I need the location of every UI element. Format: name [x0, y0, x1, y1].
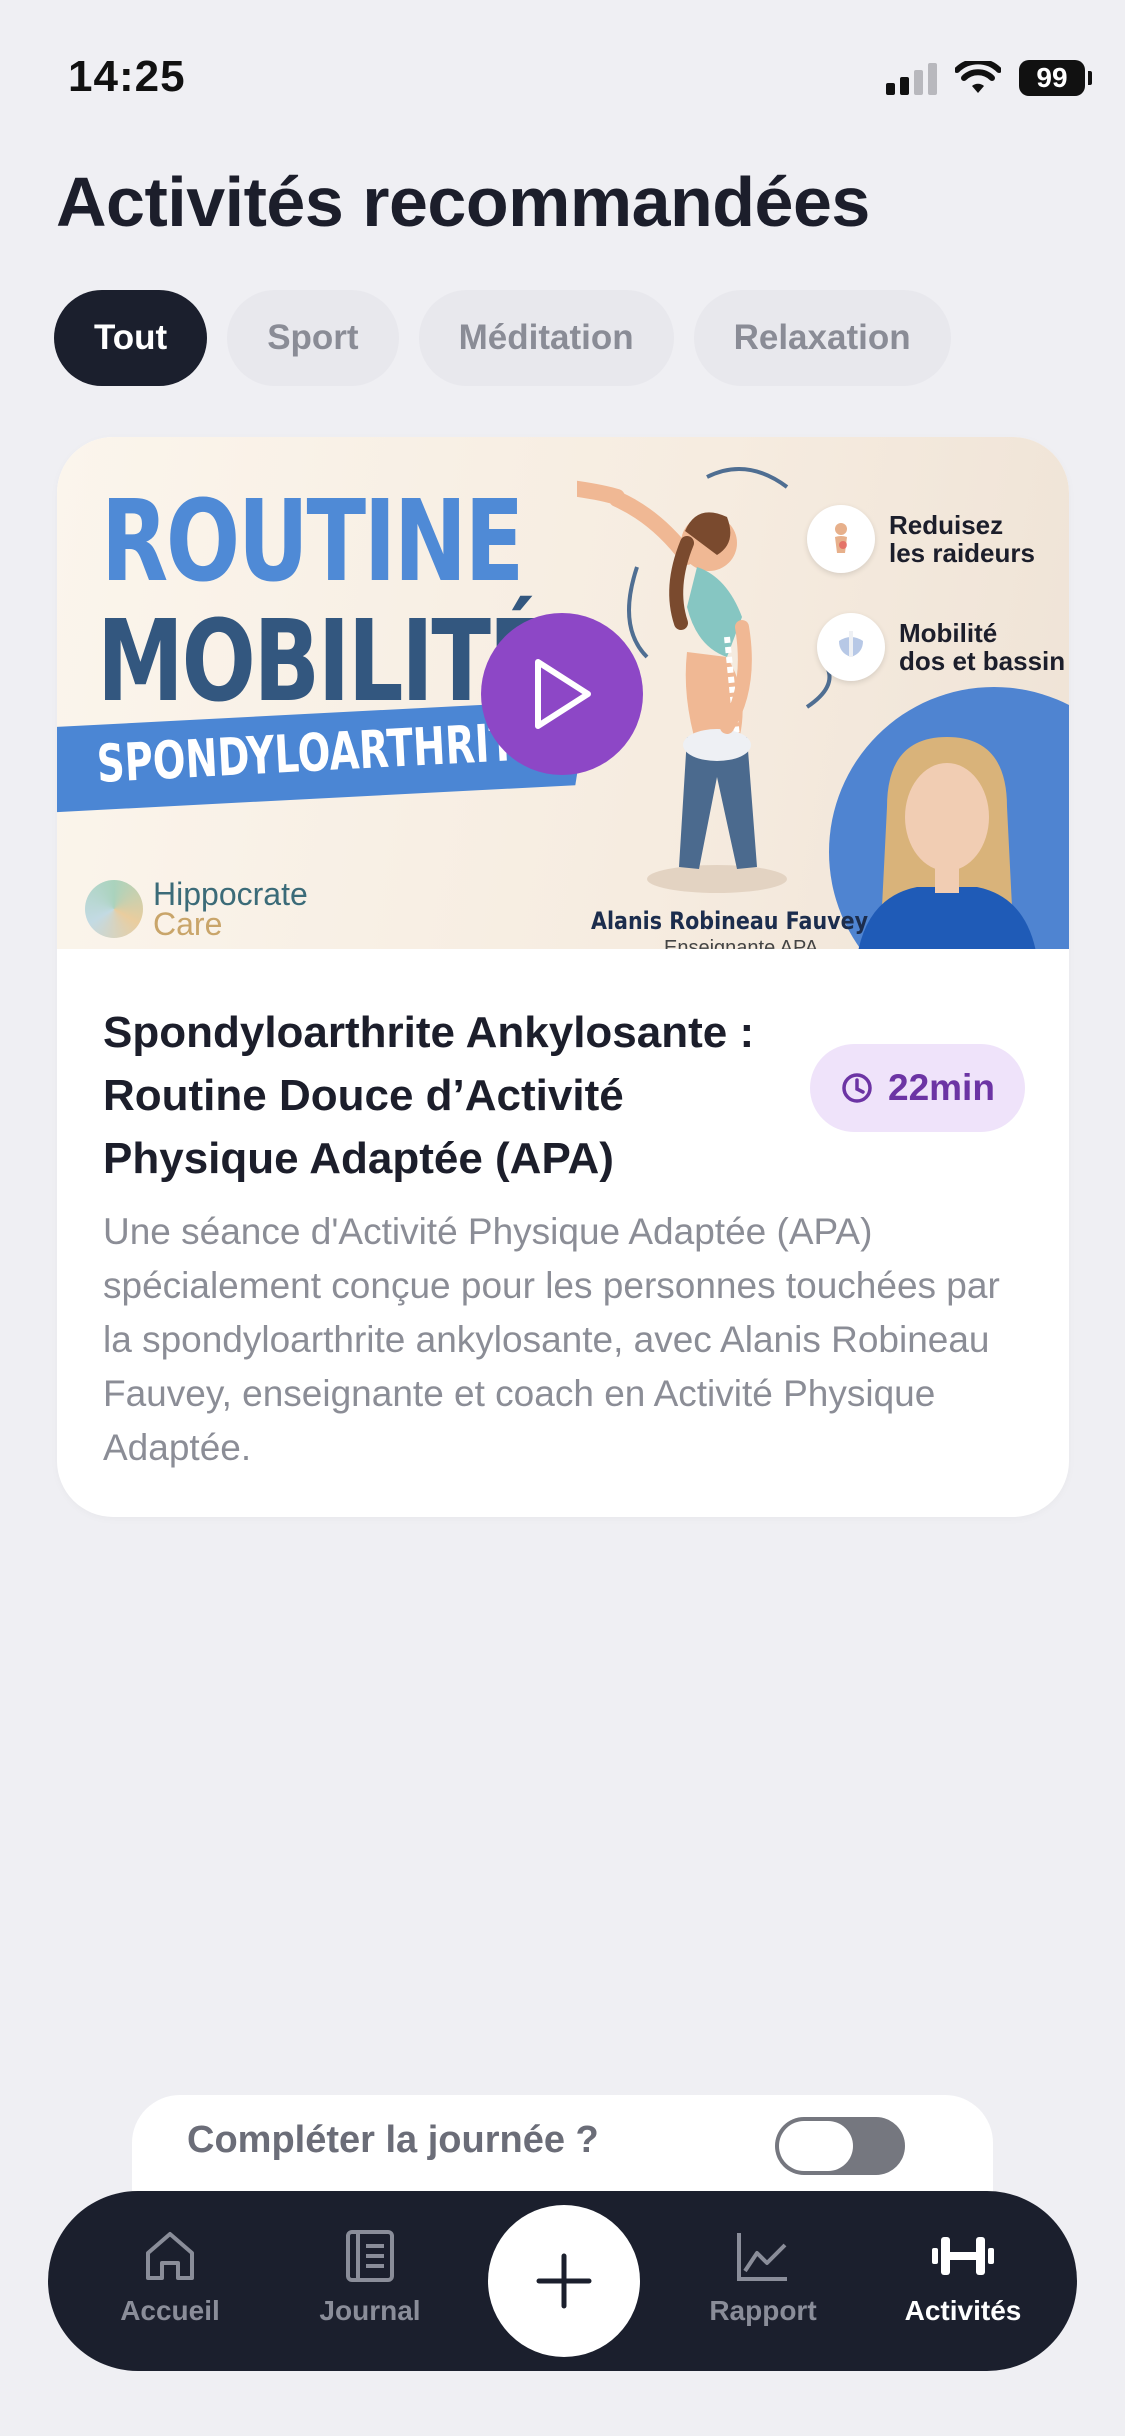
filter-chips: Tout Sport Méditation Relaxation	[54, 290, 951, 386]
duration-text: 22min	[888, 1067, 995, 1108]
complete-day-label: Compléter la journée ?	[187, 2119, 599, 2161]
tab-label-rapport: Rapport	[709, 2295, 817, 2326]
tab-accueil[interactable]: Accueil	[80, 2229, 260, 2327]
bottom-tab-bar: Accueil Journal Rapport Activités	[48, 2191, 1077, 2371]
tab-activites[interactable]: Activités	[873, 2229, 1053, 2327]
dumbbell-icon	[932, 2237, 994, 2275]
feature2-line1: Mobilité	[899, 618, 998, 648]
activity-title: Spondyloarthrite Ankylosante : Routine D…	[103, 1008, 755, 1183]
filter-chip-meditation[interactable]: Méditation	[418, 290, 674, 386]
feature-reduce-stiffness: Reduisez les raideurs	[807, 505, 1035, 573]
home-icon	[146, 2232, 194, 2280]
tab-rapport[interactable]: Rapport	[673, 2229, 853, 2327]
add-button[interactable]	[488, 2205, 640, 2357]
coach-role: Enseignante APA	[664, 937, 819, 949]
chart-icon	[737, 2233, 787, 2281]
clock-icon	[842, 1073, 872, 1103]
filter-chip-sport[interactable]: Sport	[227, 290, 399, 386]
status-time: 14:25	[68, 52, 186, 101]
tab-label-accueil: Accueil	[120, 2295, 220, 2326]
feature1-line1: Reduisez	[889, 510, 1004, 540]
pelvis-icon	[817, 613, 885, 681]
feature-mobility: Mobilité dos et bassin	[817, 613, 1065, 681]
back-pain-icon	[807, 505, 875, 573]
activity-thumbnail[interactable]: ROUTINE MOBILITÉ SPONDYLOARTHRITE Hippoc…	[57, 437, 1069, 949]
tab-label-activites: Activités	[904, 2295, 1022, 2326]
toggle-knob	[779, 2121, 853, 2171]
tab-journal[interactable]: Journal	[280, 2229, 460, 2327]
tab-label-journal: Journal	[319, 2295, 421, 2326]
activity-description: Une séance d'Activité Physique Adaptée (…	[103, 1211, 1000, 1468]
play-icon	[535, 659, 591, 729]
filter-chip-tout[interactable]: Tout	[54, 290, 208, 386]
logo-line1: Hippocrate	[153, 876, 308, 912]
cellular-signal-icon	[886, 61, 937, 95]
hippocrate-care-logo: Hippocrate Care	[85, 876, 308, 942]
page-title: Activités recommandées	[56, 163, 870, 241]
thumbnail-title-line1: ROUTINE	[101, 477, 524, 607]
plus-icon	[536, 2253, 592, 2309]
duration-badge: 22min	[810, 1044, 1025, 1132]
battery-indicator: 99	[1019, 60, 1092, 96]
logo-line2: Care	[153, 906, 223, 942]
activity-card[interactable]: ROUTINE MOBILITÉ SPONDYLOARTHRITE Hippoc…	[57, 437, 1069, 1517]
coach-portrait	[858, 737, 1036, 949]
complete-day-toggle[interactable]	[775, 2117, 905, 2175]
feature1-line2: les raideurs	[889, 538, 1035, 568]
journal-icon	[346, 2230, 394, 2282]
logo-mark-icon	[85, 880, 143, 938]
coach-name: Alanis Robineau Fauvey	[591, 907, 869, 935]
filter-chip-relaxation[interactable]: Relaxation	[693, 290, 951, 386]
status-icons: 99	[886, 60, 1092, 96]
play-button[interactable]	[481, 613, 643, 775]
wifi-icon	[955, 61, 1001, 93]
status-bar: 14:25 99	[0, 0, 1125, 150]
feature2-line2: dos et bassin	[899, 646, 1066, 676]
